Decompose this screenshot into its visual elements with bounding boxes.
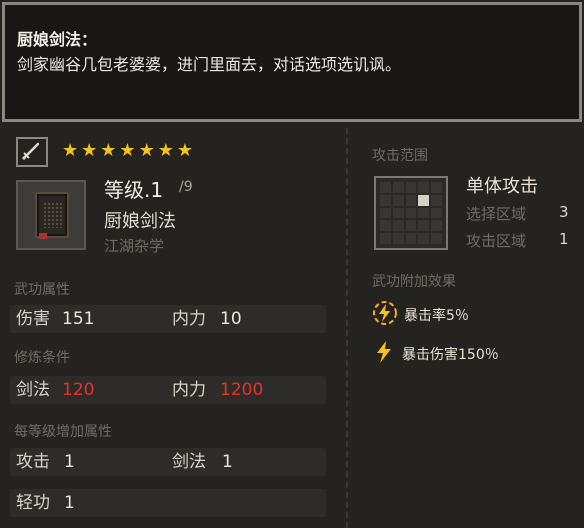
hint-title: 厨娘剑法： [17,30,98,49]
attributes-row: 伤害 151 内力 10 [10,305,326,333]
skill-category: 江湖杂学 [104,237,165,255]
sword-icon [21,139,43,165]
star-icon: ★ [62,140,79,161]
sword-label: 剑法 [172,452,206,472]
per-level-row-1: 攻击 1 剑法 1 [10,448,326,476]
inner-value: 10 [220,309,242,329]
req-sword-value: 120 [62,380,95,400]
effect-text: 暴击伤害150％ [402,347,499,363]
damage-label: 伤害 [16,309,50,329]
sword-type-badge [16,137,48,167]
effect-text: 暴击率5％ [404,308,469,324]
req-inner-value: 1200 [220,380,264,400]
inner-label: 内力 [172,309,206,329]
target-cell [418,194,430,206]
attack-area-label: 攻击区域 [466,232,527,250]
skill-name: 厨娘剑法 [104,211,176,232]
requirements-row: 剑法 120 内力 1200 [10,376,326,404]
star-icon: ★ [138,140,155,161]
agility-value: 1 [64,493,75,513]
skill-rating: ★ ★ ★ ★ ★ ★ ★ [62,140,193,162]
sword-value: 1 [222,452,233,472]
range-header: 攻击范围 [372,148,428,164]
attack-area-value: 1 [559,230,569,248]
agility-label: 轻功 [16,493,50,513]
req-sword-label: 剑法 [16,380,50,400]
star-icon: ★ [176,140,193,161]
effect-item: 暴击率5％ [372,300,469,330]
attack-type: 单体攻击 [466,176,538,197]
attributes-header: 武功属性 [14,282,70,298]
book-icon [35,192,69,239]
requirements-header: 修炼条件 [14,350,70,366]
hint-tooltip: 厨娘剑法： 剑家幽谷几包老婆婆，进门里面去，对话选项选讥讽。 [2,2,582,122]
select-area-value: 3 [559,203,569,221]
star-icon: ★ [119,140,136,161]
panel-divider [346,128,348,528]
attack-range-grid [374,176,448,250]
lightning-icon [372,339,396,369]
skill-book-slot [16,180,86,250]
select-area-label: 选择区域 [466,205,527,223]
damage-value: 151 [62,309,95,329]
skill-level-max: /9 [179,179,193,195]
star-icon: ★ [100,140,117,161]
star-icon: ★ [157,140,174,161]
lightning-circle-icon [372,300,398,330]
req-inner-label: 内力 [172,380,206,400]
effects-header: 武功附加效果 [372,274,456,290]
effect-item: 暴击伤害150％ [372,339,499,369]
per-level-row-2: 轻功 1 [10,489,326,517]
hint-body: 剑家幽谷几包老婆婆，进门里面去，对话选项选讥讽。 [17,55,402,74]
attack-label: 攻击 [16,452,50,472]
attack-value: 1 [64,452,75,472]
skill-level: 等级.1 [104,178,164,202]
skill-detail-panel: 厨娘剑法： 剑家幽谷几包老婆婆，进门里面去，对话选项选讥讽。 ★ ★ ★ ★ ★… [0,0,584,528]
star-icon: ★ [81,140,98,161]
per-level-header: 每等级增加属性 [14,424,112,440]
